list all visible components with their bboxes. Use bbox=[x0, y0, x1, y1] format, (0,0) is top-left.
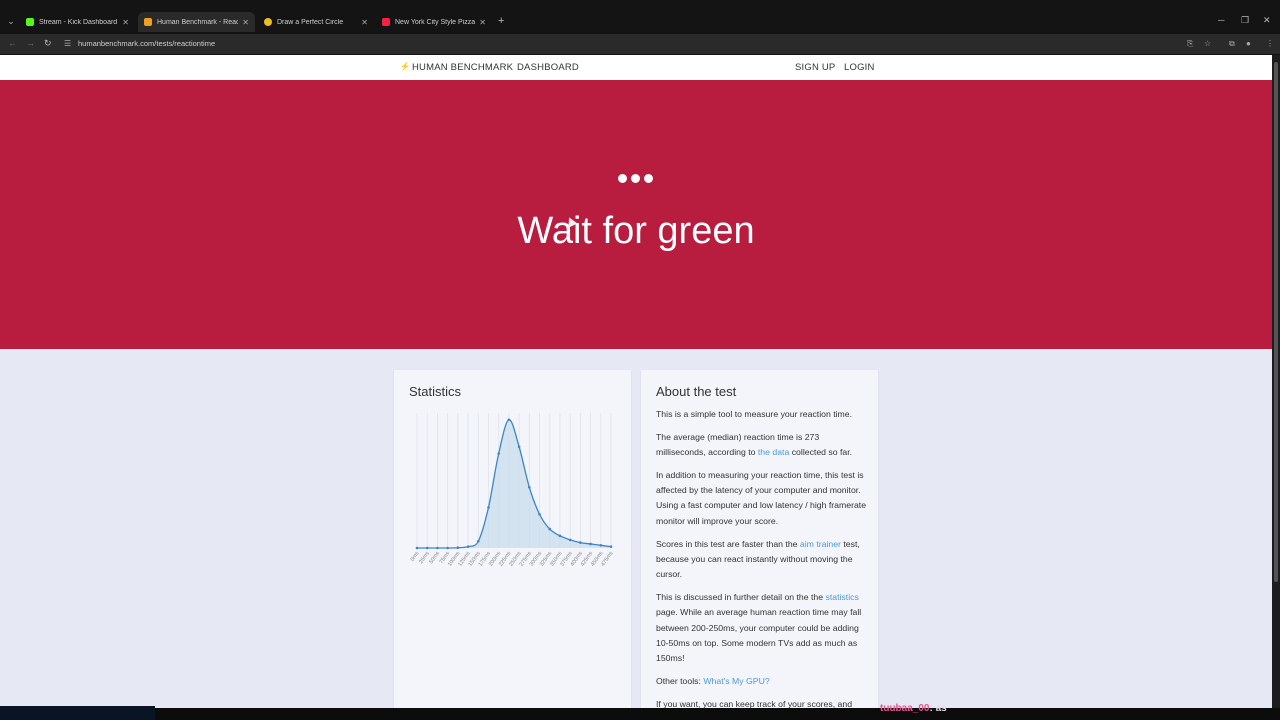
browser-tab[interactable]: Draw a Perfect Circle ✕ bbox=[258, 12, 374, 32]
top-navbar: ⚡ HUMAN BENCHMARK DASHBOARD SIGN UP LOGI… bbox=[0, 55, 1272, 80]
close-icon[interactable]: ✕ bbox=[361, 18, 368, 27]
reload-icon[interactable]: ↻ bbox=[44, 38, 52, 49]
kick-favicon-icon bbox=[26, 18, 34, 26]
chart-data-point bbox=[446, 546, 449, 550]
browser-tab[interactable]: New York City Style Pizza alwa ✕ bbox=[376, 12, 492, 32]
stream-overlay-panel bbox=[0, 706, 155, 720]
tab-title: New York City Style Pizza alwa bbox=[395, 18, 476, 26]
page-content: ⚡ HUMAN BENCHMARK DASHBOARD SIGN UP LOGI… bbox=[0, 55, 1272, 708]
stream-chat-message: tuubaa_00: as bbox=[880, 703, 947, 714]
window-close-icon[interactable]: ✕ bbox=[1263, 15, 1271, 26]
url-field[interactable]: humanbenchmark.com/tests/reactiontime bbox=[78, 39, 215, 48]
humanbenchmark-favicon-icon bbox=[144, 18, 152, 26]
statistics-link[interactable]: statistics bbox=[826, 592, 859, 602]
about-title: About the test bbox=[656, 384, 737, 399]
close-icon[interactable]: ✕ bbox=[242, 18, 249, 27]
about-body: This is a simple tool to measure your re… bbox=[656, 407, 868, 708]
reaction-distribution-chart: 0ms25ms50ms75ms100ms125ms150ms175ms200ms… bbox=[410, 413, 615, 568]
chart-area-fill bbox=[417, 419, 611, 548]
chart-data-point bbox=[507, 418, 511, 422]
chart-data-point bbox=[497, 452, 500, 455]
tab-title: Human Benchmark - Reaction T bbox=[157, 18, 239, 26]
chart-data-point bbox=[589, 542, 592, 546]
youtube-favicon-icon bbox=[382, 18, 390, 26]
lightning-logo-icon: ⚡ bbox=[400, 62, 410, 71]
about-card: About the test This is a simple tool to … bbox=[641, 370, 878, 708]
chart-data-point bbox=[425, 546, 429, 550]
restore-icon[interactable]: ❐ bbox=[1241, 15, 1249, 26]
statistics-card: Statistics 0ms 25ms 50ms 75ms 100ms 125ms 150m… bbox=[394, 370, 631, 708]
dashboard-link[interactable]: DASHBOARD bbox=[517, 62, 579, 73]
about-paragraph: This is a simple tool to measure your re… bbox=[656, 409, 853, 419]
chart-data-point bbox=[609, 545, 613, 548]
login-link[interactable]: LOGIN bbox=[844, 62, 875, 73]
chart-data-point bbox=[466, 545, 470, 548]
stream-overlay-strip bbox=[0, 708, 1280, 720]
aim-trainer-link[interactable]: aim trainer bbox=[800, 539, 841, 549]
chart-data-point bbox=[456, 546, 460, 550]
extensions-icon[interactable]: ⧉ bbox=[1229, 39, 1235, 49]
browser-tab-active[interactable]: Human Benchmark - Reaction T ✕ bbox=[138, 12, 255, 32]
chart-data-point bbox=[568, 538, 572, 542]
chart-data-point bbox=[436, 546, 439, 550]
close-icon[interactable]: ✕ bbox=[122, 18, 129, 27]
chart-data-point bbox=[558, 534, 562, 538]
browser-tab-strip: ⌄ Stream - Kick Dashboard ✕ Human Benchm… bbox=[0, 0, 1280, 34]
scrollbar-thumb[interactable] bbox=[1274, 62, 1278, 582]
tab-title: Draw a Perfect Circle bbox=[277, 18, 344, 26]
chart-data-point bbox=[548, 527, 552, 531]
close-icon[interactable]: ✕ bbox=[479, 18, 486, 27]
chart-data-point bbox=[579, 541, 582, 544]
brand-link[interactable]: HUMAN BENCHMARK bbox=[412, 62, 513, 73]
whats-my-gpu-link[interactable]: What's My GPU? bbox=[703, 676, 769, 686]
about-paragraph: Scores in this test are faster than the … bbox=[656, 538, 860, 580]
profile-avatar[interactable]: ● bbox=[1246, 39, 1251, 48]
new-tab-plus-icon[interactable]: + bbox=[498, 15, 504, 27]
chart-data-point bbox=[487, 506, 490, 509]
chart-data-point bbox=[528, 485, 531, 489]
address-bar: ← → ↻ ☰ humanbenchmark.com/tests/reactio… bbox=[0, 34, 1280, 54]
browser-tab[interactable]: Stream - Kick Dashboard ✕ bbox=[20, 12, 135, 32]
chart-data-point bbox=[415, 546, 419, 550]
circle-favicon-icon bbox=[264, 18, 272, 26]
about-paragraph: This is discussed in further detail on t… bbox=[656, 591, 862, 664]
translate-icon[interactable]: ⎘ bbox=[1187, 39, 1193, 49]
signup-link[interactable]: SIGN UP bbox=[795, 62, 835, 73]
chat-text: : as bbox=[929, 703, 947, 714]
site-info-icon[interactable]: ☰ bbox=[64, 39, 71, 48]
the-data-link[interactable]: the data bbox=[758, 447, 789, 457]
about-paragraph: Other tools: What's My GPU? bbox=[656, 675, 770, 686]
tab-title: Stream - Kick Dashboard bbox=[39, 18, 118, 26]
tab-search-icon[interactable]: ⌄ bbox=[4, 14, 18, 28]
kebab-menu-icon[interactable]: ⋮ bbox=[1266, 39, 1274, 48]
minimize-icon[interactable]: ─ bbox=[1218, 15, 1224, 25]
waiting-dots-icon bbox=[618, 174, 653, 183]
chart-data-point bbox=[476, 539, 480, 543]
forward-arrow-icon[interactable]: → bbox=[26, 38, 35, 48]
about-paragraph: In addition to measuring your reaction t… bbox=[656, 469, 867, 526]
chart-data-point bbox=[517, 445, 521, 449]
about-paragraph: The average (median) reaction time is 27… bbox=[656, 431, 853, 458]
chat-username: tuubaa_00 bbox=[880, 703, 930, 714]
about-paragraph: If you want, you can keep track of your … bbox=[656, 698, 853, 708]
hero-title: Wait for green bbox=[517, 210, 755, 252]
chart-data-point bbox=[599, 544, 603, 547]
bookmark-star-icon[interactable]: ☆ bbox=[1204, 39, 1211, 48]
reaction-test-area[interactable]: Wait for green bbox=[0, 80, 1272, 349]
back-arrow-icon[interactable]: ← bbox=[8, 38, 17, 48]
chart-data-point bbox=[538, 512, 541, 516]
